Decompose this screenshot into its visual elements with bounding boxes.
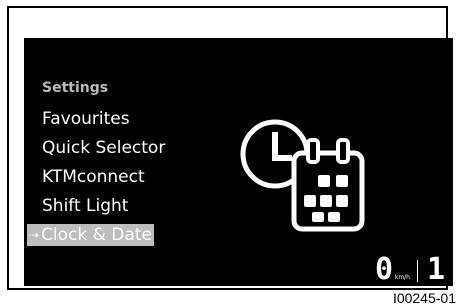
menu-item-label: Clock & Date [41, 225, 152, 245]
menu-title: Settings [42, 80, 109, 96]
menu-item-favourites[interactable]: Favourites [42, 109, 130, 130]
menu-item-clock-date[interactable]: ⇢ Clock & Date [27, 224, 154, 246]
clock-calendar-icon [240, 119, 365, 232]
speed-value: 0 [374, 252, 393, 287]
gear-indicator: 1 [426, 252, 445, 287]
speed-unit: km/h [394, 274, 410, 281]
speed-gear-separator [417, 260, 418, 282]
calendar-ring-left [306, 138, 320, 164]
menu-item-quick-selector[interactable]: Quick Selector [42, 138, 165, 159]
menu-item-shift-light[interactable]: Shift Light [42, 196, 128, 217]
selected-arrow-icon: ⇢ [29, 228, 40, 242]
calendar-ring-right [336, 138, 350, 164]
clock-hands [272, 132, 292, 161]
menu-item-ktmconnect[interactable]: KTMconnect [42, 167, 145, 188]
dashboard-screen: Settings Favourites Quick Selector KTMco… [24, 38, 453, 286]
figure-code: I00245-01 [392, 290, 456, 306]
